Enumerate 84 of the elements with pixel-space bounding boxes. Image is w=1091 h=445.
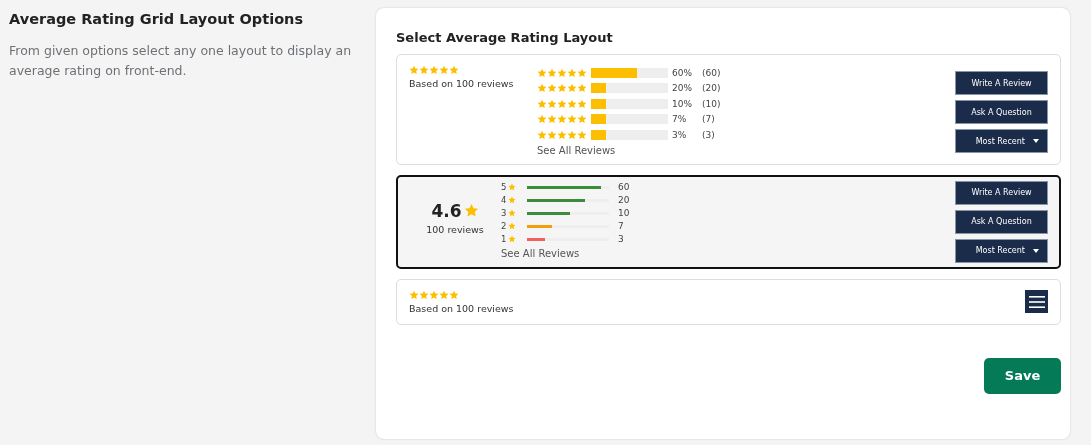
count-label: (20)	[702, 83, 721, 94]
count-label: 10	[618, 208, 630, 218]
star-icon	[547, 129, 557, 140]
average-score: 4.6	[431, 200, 462, 221]
caret-icon	[1033, 248, 1039, 253]
description: From given options select any one layout to display an average rating on front-end.	[9, 42, 353, 80]
star-icon	[508, 183, 516, 191]
star-icon	[577, 98, 587, 109]
review-summary: 100 reviews	[425, 223, 485, 235]
rating-label: 1	[501, 234, 507, 244]
star-icon	[409, 65, 419, 75]
star-icon	[567, 67, 577, 78]
percent-label: 10%	[672, 98, 693, 109]
star-icon	[508, 209, 516, 217]
star-icon	[439, 289, 449, 300]
star-icon	[547, 114, 557, 125]
star-icon	[577, 114, 587, 125]
rating-label: 3	[501, 208, 507, 218]
star-icon	[557, 98, 567, 109]
star-icon	[419, 289, 429, 300]
star-icon	[508, 235, 516, 243]
star-icon	[567, 129, 577, 140]
layout-option[interactable]: Based on 100 reviews 60% (60) 20% (20) 10% (10) 7% (7) 3% (3) See All Reviews Write A Review Ask A Question Most Recent	[396, 54, 1061, 165]
star-icon	[449, 289, 459, 300]
star-icon	[577, 67, 587, 78]
count-label: (10)	[702, 98, 721, 109]
star-icon	[567, 98, 577, 109]
star-icon	[557, 129, 567, 140]
star-icon	[463, 203, 479, 218]
star-icon	[547, 67, 557, 78]
count-label: (3)	[702, 129, 715, 140]
star-icon	[537, 83, 547, 94]
count-label: 60	[618, 182, 630, 192]
layout-option[interactable]: 4.6 100 reviews 5 60 4 20 3 10 2 7 1 3 See All Reviews Write A Review Ask A Question Most Recent	[396, 174, 1061, 269]
action-button[interactable]: Write A Review	[955, 71, 1048, 95]
star-icon	[547, 83, 557, 94]
review-summary: Based on 100 reviews	[409, 302, 515, 314]
action-button[interactable]: Write A Review	[955, 180, 1048, 205]
sort-dropdown[interactable]: Most Recent	[955, 238, 1048, 263]
star-icon	[429, 289, 439, 300]
review-summary: Based on 100 reviews	[409, 78, 515, 89]
star-icon	[577, 83, 587, 94]
star-icon	[537, 114, 547, 125]
star-icon	[567, 83, 577, 94]
panel-title: Select Average Rating Layout	[396, 30, 614, 45]
star-icon	[409, 289, 419, 300]
star-icon	[547, 98, 557, 109]
rating-label: 2	[501, 221, 507, 231]
star-icon	[557, 83, 567, 94]
star-icon	[439, 65, 449, 75]
save-button[interactable]: Save	[984, 357, 1061, 394]
star-icon	[577, 129, 587, 140]
action-button[interactable]: Ask A Question	[955, 209, 1048, 234]
rating-label: 4	[501, 195, 507, 205]
menu-icon	[1028, 295, 1045, 308]
star-icon	[557, 67, 567, 78]
star-icon	[537, 67, 547, 78]
count-label: 3	[618, 234, 624, 244]
percent-label: 20%	[672, 83, 693, 94]
star-icon	[537, 98, 547, 109]
count-label: 20	[618, 195, 630, 205]
star-icon	[508, 222, 516, 230]
rating-label: 5	[501, 182, 507, 192]
star-icon	[557, 114, 567, 125]
star-icon	[419, 65, 429, 75]
action-button[interactable]: Ask A Question	[955, 100, 1048, 124]
count-label: 7	[618, 221, 624, 231]
layout-option[interactable]: Based on 100 reviews	[396, 278, 1061, 325]
star-icon	[567, 114, 577, 125]
caret-icon	[1033, 139, 1039, 143]
count-label: (60)	[702, 67, 721, 78]
see-all-link[interactable]: See All Reviews	[501, 247, 580, 259]
star-icon	[508, 196, 516, 204]
count-label: (7)	[702, 114, 715, 125]
star-icon	[429, 65, 439, 75]
star-icon	[449, 65, 459, 75]
percent-label: 3%	[672, 129, 688, 140]
percent-label: 7%	[672, 114, 688, 125]
sort-dropdown[interactable]: Most Recent	[955, 129, 1048, 153]
menu-button[interactable]	[1025, 290, 1048, 313]
percent-label: 60%	[672, 67, 693, 78]
see-all-link[interactable]: See All Reviews	[537, 144, 616, 156]
star-icon	[537, 129, 547, 140]
section-title: Average Rating Grid Layout Options	[9, 11, 305, 27]
